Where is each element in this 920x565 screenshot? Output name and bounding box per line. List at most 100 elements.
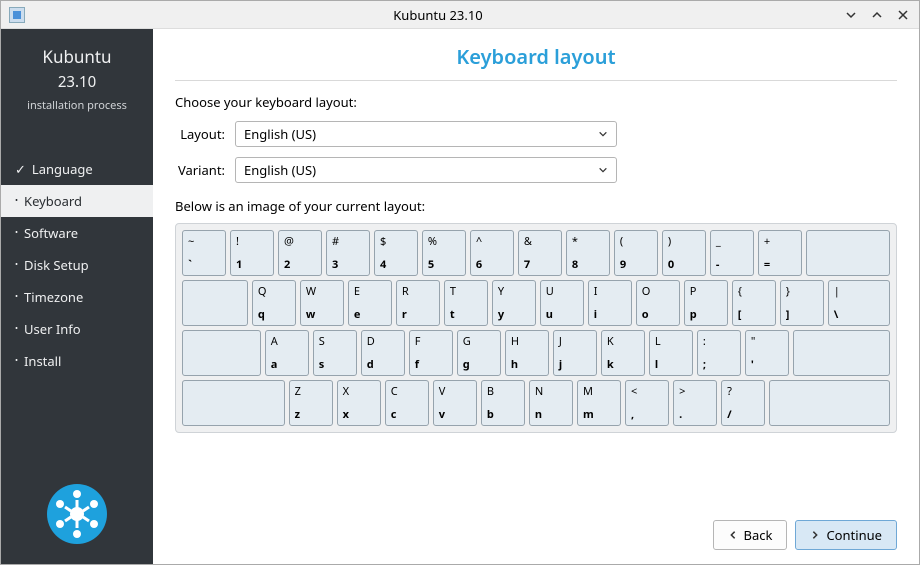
key-: ?/: [721, 380, 765, 426]
keyboard-row: QqWwEeRrTtYyUuIiOoPp{[}]|\: [182, 280, 890, 326]
layout-value: English (US): [244, 125, 316, 143]
variant-label: Variant:: [175, 161, 225, 179]
sidebar-step-timezone[interactable]: • Timezone: [1, 281, 153, 313]
brand-subtitle: installation process: [9, 98, 145, 113]
window-controls: [843, 7, 911, 23]
key-: {[: [732, 280, 776, 326]
key-0: )0: [662, 230, 706, 276]
main-panel: Keyboard layout Choose your keyboard lay…: [153, 29, 919, 564]
step-label: Keyboard: [24, 192, 82, 210]
key-blank: [806, 230, 890, 276]
key-h: Hh: [505, 330, 549, 376]
window-title: Kubuntu 23.10: [33, 6, 843, 24]
sidebar-steps: ✓Language • Keyboard • Software • Disk Setup • T…: [1, 153, 153, 377]
sidebar-step-language[interactable]: ✓Language: [1, 153, 153, 185]
chevron-right-icon: [810, 530, 820, 540]
bullet-icon: •: [15, 293, 18, 301]
keyboard-preview-label: Below is an image of your current layout…: [175, 197, 897, 215]
keyboard-row: AaSsDdFfGgHhJjKkLl:;"': [182, 330, 890, 376]
keyboard-preview: ~`!1@2#3$4%5^6&7*8(9)0_-+=QqWwEeRrTtYyUu…: [175, 223, 897, 433]
variant-select[interactable]: English (US): [235, 157, 617, 183]
key-d: Dd: [361, 330, 405, 376]
divider: [175, 80, 897, 81]
step-label: Language: [32, 160, 93, 178]
key-v: Vv: [433, 380, 477, 426]
key-k: Kk: [601, 330, 645, 376]
step-label: Disk Setup: [24, 256, 89, 274]
continue-label: Continue: [826, 526, 882, 544]
key-blank: [182, 280, 248, 326]
back-button[interactable]: Back: [713, 520, 788, 550]
key-l: Ll: [649, 330, 693, 376]
key-t: Tt: [444, 280, 488, 326]
key-c: Cc: [385, 380, 429, 426]
key-j: Jj: [553, 330, 597, 376]
brand-name: Kubuntu: [9, 45, 145, 68]
footer-buttons: Back Continue: [175, 506, 897, 550]
brand-version: 23.10: [9, 72, 145, 92]
key-6: ^6: [470, 230, 514, 276]
key-blank: [793, 330, 890, 376]
key-: >.: [673, 380, 717, 426]
close-button[interactable]: [895, 7, 911, 23]
app-icon: [9, 7, 25, 23]
step-label: Install: [24, 352, 61, 370]
bullet-icon: •: [15, 229, 18, 237]
key-n: Nn: [529, 380, 573, 426]
key-: :;: [697, 330, 741, 376]
continue-button[interactable]: Continue: [795, 520, 897, 550]
maximize-button[interactable]: [869, 7, 885, 23]
key-: <,: [625, 380, 669, 426]
key-: |\: [828, 280, 890, 326]
key-3: #3: [326, 230, 370, 276]
key-2: @2: [278, 230, 322, 276]
chevron-left-icon: [728, 530, 738, 540]
layout-label: Layout:: [175, 125, 225, 143]
key-r: Rr: [396, 280, 440, 326]
chevron-down-icon: [598, 161, 608, 179]
key-: ~`: [182, 230, 226, 276]
key-8: *8: [566, 230, 610, 276]
key-9: (9: [614, 230, 658, 276]
key-a: Aa: [265, 330, 309, 376]
key-b: Bb: [481, 380, 525, 426]
key-u: Uu: [540, 280, 584, 326]
sidebar-step-keyboard[interactable]: • Keyboard: [1, 185, 153, 217]
variant-row: Variant: English (US): [175, 157, 897, 183]
bullet-icon: •: [15, 357, 18, 365]
key-m: Mm: [577, 380, 621, 426]
key-: }]: [780, 280, 824, 326]
bullet-icon: •: [15, 261, 18, 269]
keyboard-row: ZzXxCcVvBbNnMm<,>.?/: [182, 380, 890, 426]
key-f: Ff: [409, 330, 453, 376]
key-: +=: [758, 230, 802, 276]
key-s: Ss: [313, 330, 357, 376]
key-o: Oo: [636, 280, 680, 326]
key-y: Yy: [492, 280, 536, 326]
sidebar-brand: Kubuntu 23.10 installation process: [1, 29, 153, 131]
key-p: Pp: [684, 280, 728, 326]
bullet-icon: •: [15, 325, 18, 333]
sidebar-step-install[interactable]: • Install: [1, 345, 153, 377]
step-label: User Info: [24, 320, 81, 338]
step-label: Software: [24, 224, 78, 242]
key-e: Ee: [348, 280, 392, 326]
layout-row: Layout: English (US): [175, 121, 897, 147]
key-blank: [182, 380, 285, 426]
minimize-button[interactable]: [843, 7, 859, 23]
key-w: Ww: [300, 280, 344, 326]
sidebar-step-disk-setup[interactable]: • Disk Setup: [1, 249, 153, 281]
back-label: Back: [744, 526, 773, 544]
sidebar-step-software[interactable]: • Software: [1, 217, 153, 249]
step-label: Timezone: [24, 288, 83, 306]
key-blank: [769, 380, 890, 426]
chevron-down-icon: [598, 125, 608, 143]
kubuntu-logo: [1, 464, 153, 564]
key-q: Qq: [252, 280, 296, 326]
key-blank: [182, 330, 261, 376]
prompt-text: Choose your keyboard layout:: [175, 93, 897, 111]
bullet-icon: •: [15, 197, 18, 205]
layout-select[interactable]: English (US): [235, 121, 617, 147]
sidebar-step-user-info[interactable]: • User Info: [1, 313, 153, 345]
titlebar: Kubuntu 23.10: [1, 1, 919, 29]
